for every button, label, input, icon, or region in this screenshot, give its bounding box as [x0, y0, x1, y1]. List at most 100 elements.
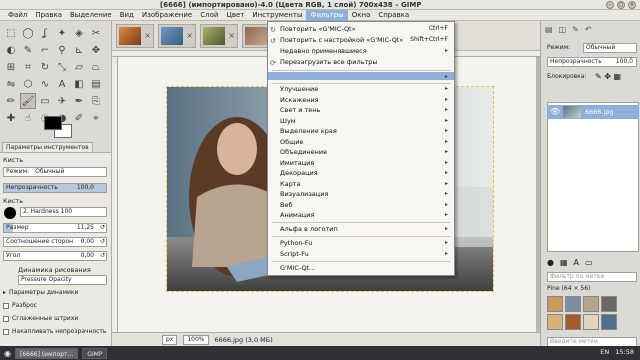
maximize-button[interactable]: □	[617, 1, 625, 9]
bucket-fill-icon[interactable]: ◧	[71, 76, 87, 92]
crop-icon[interactable]: ⌗	[20, 59, 36, 75]
menu-item-render[interactable]: Визуализация ▸	[268, 189, 454, 200]
pattern-swatch[interactable]	[583, 296, 599, 312]
paths-icon[interactable]: ✎	[20, 42, 36, 58]
reset-icon[interactable]: ↺	[100, 252, 105, 260]
perspective-icon[interactable]: ⏢	[88, 59, 104, 75]
menu-edit[interactable]: Правка	[31, 10, 66, 21]
menu-item-animation[interactable]: Анимация ▸	[268, 210, 454, 221]
size-slider[interactable]: Размер 11,25 ↺	[3, 223, 107, 233]
align-icon[interactable]: ⊞	[3, 59, 19, 75]
heal-icon[interactable]: ✚	[3, 110, 19, 126]
clock[interactable]: 15:58	[615, 348, 634, 356]
rotate-icon[interactable]: ↻	[37, 59, 53, 75]
airbrush-icon[interactable]: ✈	[54, 93, 70, 109]
brush-select[interactable]: 2. Hardness 100	[20, 207, 107, 217]
menu-file[interactable]: Файл	[4, 10, 31, 21]
fonts-tab-icon[interactable]: A	[574, 258, 579, 267]
pattern-swatch[interactable]	[547, 296, 563, 312]
dynamics-select[interactable]: Pressure Opacity	[18, 275, 107, 285]
menu-item-reshow[interactable]: ↺ Повторить с настройкой «G'MIC-Qt» Shift+…	[268, 35, 454, 46]
undo-tab-icon[interactable]: ↶	[585, 25, 592, 34]
task-gimp[interactable]: GIMP	[82, 347, 108, 359]
scatter-checkbox[interactable]: Разброс	[3, 302, 37, 309]
menu-item-noise[interactable]: Шум ▸	[268, 116, 454, 127]
menu-item-light-shadow[interactable]: Свет и тень ▸	[268, 105, 454, 116]
menu-item-gmic[interactable]: G'MIC-Qt...	[268, 263, 454, 274]
warp-icon[interactable]: ∿	[37, 76, 53, 92]
app-menu-icon[interactable]: ◉	[4, 349, 11, 358]
free-select-icon[interactable]: ʆ	[37, 25, 53, 41]
channels-tab-icon[interactable]: ◫	[559, 25, 567, 34]
opacity-slider[interactable]: Непрозрачность 100,0	[3, 183, 107, 193]
minimize-button[interactable]: –	[606, 1, 614, 9]
layers-tab-icon[interactable]: ▤	[545, 25, 553, 34]
foreground-select-icon[interactable]: ◐	[3, 42, 19, 58]
menu-select[interactable]: Выделение	[66, 10, 116, 21]
close-icon[interactable]: ×	[186, 31, 193, 40]
close-icon[interactable]: ×	[144, 31, 151, 40]
color-select-icon[interactable]: ◈	[71, 25, 87, 41]
cage-icon[interactable]: ⬡	[20, 76, 36, 92]
menu-image[interactable]: Изображение	[138, 10, 196, 21]
menu-item-script-fu[interactable]: Script-Fu ▸	[268, 249, 454, 260]
menu-filters[interactable]: Фильтры	[306, 10, 348, 21]
menu-item-combine[interactable]: Объединение ▸	[268, 147, 454, 158]
menu-item-distorts[interactable]: Искажения ▸	[268, 95, 454, 106]
move-icon[interactable]: ✥	[88, 42, 104, 58]
image-tab[interactable]: ×	[116, 23, 154, 48]
pattern-swatch[interactable]	[547, 314, 563, 330]
mode-select[interactable]: Режим: Обычный	[3, 167, 107, 177]
dynamics-options-expander[interactable]: ▸ Параметры динамики	[3, 289, 78, 296]
reset-icon[interactable]: ↺	[100, 238, 105, 246]
image-tab[interactable]: ×	[200, 23, 238, 48]
paths-tab-icon[interactable]: ✎	[572, 25, 579, 34]
layer-row[interactable]: 👁 6666.jpg	[547, 105, 639, 119]
menu-item-recent[interactable]: Недавно применявшиеся ▸	[268, 46, 454, 57]
pattern-swatch[interactable]	[601, 296, 617, 312]
menu-item-edge-detect[interactable]: Выделение края ▸	[268, 126, 454, 137]
zoom-select[interactable]: 100%	[183, 334, 209, 345]
image-tab[interactable]: ×	[158, 23, 196, 48]
fg-bg-colors[interactable]	[44, 116, 74, 138]
menu-windows[interactable]: Окна	[348, 10, 375, 21]
document-history-tab-icon[interactable]: ▭	[585, 258, 593, 267]
menu-item-decor[interactable]: Декорация ▸	[268, 168, 454, 179]
eraser-icon[interactable]: ▭	[37, 93, 53, 109]
brushes-tab-icon[interactable]: ●	[547, 258, 554, 267]
menu-item-repeat[interactable]: ↻ Повторить «G'MIC-Qt» Ctrl+F	[268, 24, 454, 35]
pattern-swatch[interactable]	[601, 314, 617, 330]
patterns-tab-icon[interactable]: ▦	[560, 258, 568, 267]
task-gimp-image[interactable]: [6666] (импорт...	[14, 347, 79, 359]
close-button[interactable]: ×	[628, 1, 636, 9]
close-icon[interactable]: ×	[228, 31, 235, 40]
color-picker-icon[interactable]: ⌐	[37, 42, 53, 58]
pencil-icon[interactable]: ✏	[3, 93, 19, 109]
menu-item-generic[interactable]: Общие ▸	[268, 137, 454, 148]
measure-icon[interactable]: ⊾	[71, 42, 87, 58]
shear-icon[interactable]: ▱	[71, 59, 87, 75]
menu-item-enhance[interactable]: Улучшение ▸	[268, 84, 454, 95]
menu-tools[interactable]: Инструменты	[248, 10, 306, 21]
menu-item-map[interactable]: Карта ▸	[268, 179, 454, 190]
ink-icon[interactable]: ✒	[71, 93, 87, 109]
incremental-checkbox[interactable]: Накапливать непрозрачность	[3, 328, 106, 335]
clone-icon[interactable]: ⎘	[88, 93, 104, 109]
menu-colors[interactable]: Цвет	[222, 10, 248, 21]
handle-transform-icon[interactable]: ⌖	[88, 110, 104, 126]
menu-help[interactable]: Справка	[374, 10, 413, 21]
scale-icon[interactable]: ⤡	[54, 59, 70, 75]
smudge-icon[interactable]: ☝	[20, 110, 36, 126]
reset-icon[interactable]: ↺	[100, 224, 105, 232]
paintbrush-icon[interactable]: 🖌	[20, 93, 36, 109]
pattern-filter-field[interactable]: Фильтр по метке	[547, 272, 637, 282]
menu-item-artistic[interactable]: Имитация ▸	[268, 158, 454, 169]
menu-layer[interactable]: Слой	[196, 10, 222, 21]
aspect-slider[interactable]: Соотношение сторон 0,00 ↺	[3, 237, 107, 247]
menu-item-highlighted[interactable]: ▸	[268, 72, 454, 80]
ellipse-select-icon[interactable]: ◯	[20, 25, 36, 41]
menu-item-web[interactable]: Веб ▸	[268, 200, 454, 211]
pattern-swatch[interactable]	[565, 296, 581, 312]
language-indicator[interactable]: EN	[600, 348, 609, 356]
zoom-icon[interactable]: ⚲	[54, 42, 70, 58]
